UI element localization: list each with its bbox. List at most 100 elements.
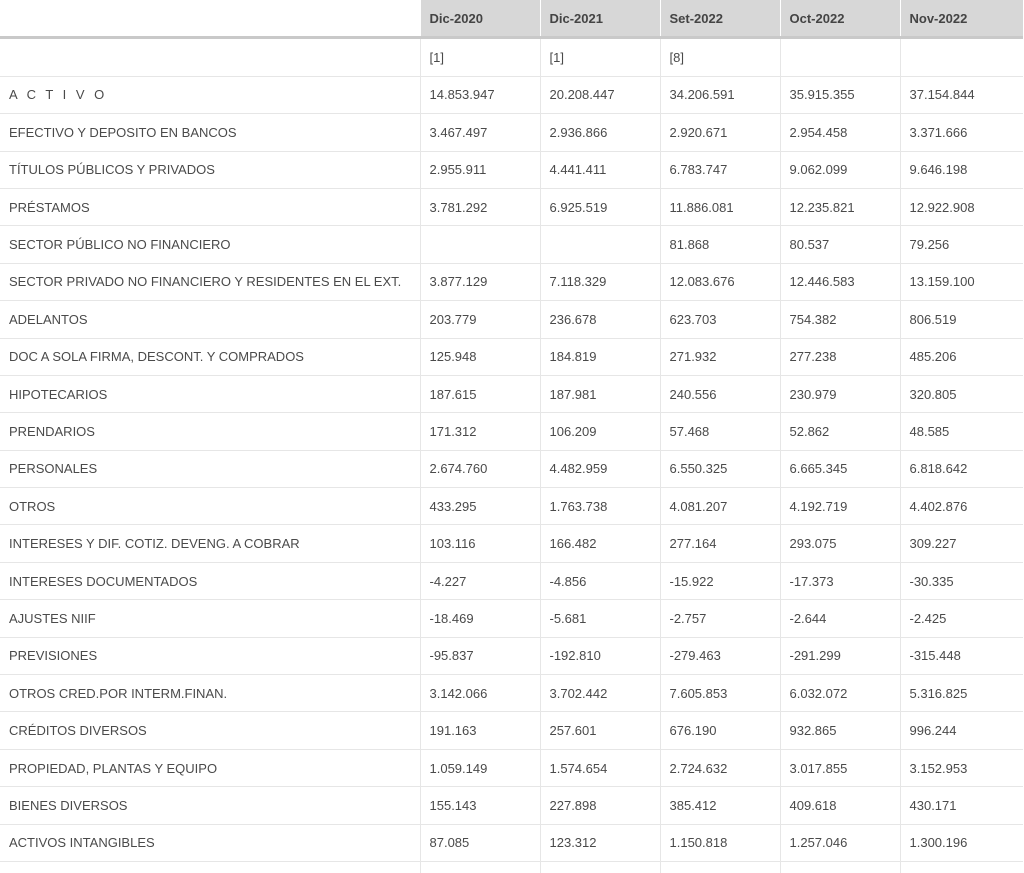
row-label: A C T I V O bbox=[0, 76, 420, 115]
table-row: INTERESES DOCUMENTADOS -4.227 -4.856 -15.92… bbox=[0, 562, 1023, 601]
value-cell: 14.853.947 bbox=[419, 76, 540, 115]
value-cell: 6.665.345 bbox=[779, 450, 900, 489]
value-cell: 240.556 bbox=[659, 375, 780, 414]
value-cell: -291.299 bbox=[779, 637, 900, 676]
value-cell: 184.819 bbox=[539, 338, 660, 376]
table-row: SECTOR PRIVADO NO FINANCIERO Y RESIDENTE… bbox=[0, 263, 1023, 302]
value-cell: 103.116 bbox=[419, 524, 540, 563]
value-cell: 6.925.519 bbox=[539, 188, 660, 227]
value-cell: 1.763.738 bbox=[539, 487, 660, 526]
value-cell: -5.681 bbox=[539, 599, 660, 638]
value-cell: 409.618 bbox=[779, 786, 900, 825]
table-row: SECTOR PÚBLICO NO FINANCIERO 81.868 80.537… bbox=[0, 225, 1023, 264]
column-header-dic-2020[interactable]: Dic-2020 bbox=[419, 0, 540, 39]
value-cell: 7.118.329 bbox=[539, 263, 660, 302]
value-cell: 13.159.100 bbox=[899, 263, 1023, 302]
value-cell: 3.877.129 bbox=[419, 263, 540, 302]
table-row: OTROS 433.295 1.763.738 4.081.207 4.192.719 4… bbox=[0, 487, 1023, 526]
value-cell: 385.412 bbox=[659, 786, 780, 825]
value-cell: 187.615 bbox=[419, 375, 540, 414]
table-row: PRENDARIOS 171.312 106.209 57.468 52.862 48.5… bbox=[0, 412, 1023, 451]
value-cell: 4.081.207 bbox=[659, 487, 780, 526]
value-cell: 309.227 bbox=[899, 524, 1023, 563]
notes-blank-cell bbox=[0, 36, 420, 77]
value-cell: -279.463 bbox=[659, 637, 780, 676]
table-row: DOC A SOLA FIRMA, DESCONT. Y COMPRADOS 12… bbox=[0, 338, 1023, 376]
value-cell: 125.948 bbox=[419, 338, 540, 376]
column-header-set-2022[interactable]: Set-2022 bbox=[659, 0, 780, 39]
value-cell: 81.868 bbox=[659, 225, 780, 264]
value-cell: 6.550.325 bbox=[659, 450, 780, 489]
value-cell: -315.448 bbox=[899, 637, 1023, 676]
column-header-nov-2022[interactable]: Nov-2022 bbox=[899, 0, 1023, 39]
row-label: PREVISIONES bbox=[0, 637, 420, 676]
row-label: ADELANTOS bbox=[0, 300, 420, 339]
row-label: PRENDARIOS bbox=[0, 412, 420, 451]
value-cell: -30.335 bbox=[899, 562, 1023, 601]
value-cell: -4.227 bbox=[419, 562, 540, 601]
value-cell: 12.083.676 bbox=[659, 263, 780, 302]
value-cell: 4.192.719 bbox=[779, 487, 900, 526]
value-cell: 2.724.632 bbox=[659, 749, 780, 788]
value-cell: 3.017.855 bbox=[779, 749, 900, 788]
notes-row: [1] [1] [8] bbox=[0, 36, 1023, 77]
value-cell: -15.922 bbox=[659, 562, 780, 601]
column-header-dic-2021[interactable]: Dic-2021 bbox=[539, 0, 660, 39]
value-cell: 106.209 bbox=[539, 412, 660, 451]
value-cell: 3.142.066 bbox=[419, 674, 540, 713]
value-cell: 48.585 bbox=[899, 412, 1023, 451]
value-cell: 73.187 bbox=[659, 861, 780, 873]
value-cell: 1.300.196 bbox=[899, 824, 1023, 862]
value-cell: 996.244 bbox=[899, 711, 1023, 750]
value-cell: 9.062.099 bbox=[779, 151, 900, 189]
value-cell: 17.683 bbox=[899, 861, 1023, 873]
note-ref bbox=[899, 36, 1023, 77]
value-cell: 1.257.046 bbox=[779, 824, 900, 862]
value-cell: 155.143 bbox=[419, 786, 540, 825]
value-cell: 3.152.953 bbox=[899, 749, 1023, 788]
value-cell: 3.702.442 bbox=[539, 674, 660, 713]
value-cell: 2.920.671 bbox=[659, 113, 780, 152]
row-label: DOC A SOLA FIRMA, DESCONT. Y COMPRADOS bbox=[0, 338, 420, 376]
value-cell: 806.519 bbox=[899, 300, 1023, 339]
value-cell: 320.805 bbox=[899, 375, 1023, 414]
note-ref[interactable]: [1] bbox=[419, 36, 540, 77]
column-header-oct-2022[interactable]: Oct-2022 bbox=[779, 0, 900, 39]
value-cell: -2.425 bbox=[899, 599, 1023, 638]
table-row: CRÉDITOS DIVERSOS 191.163 257.601 676.190 93… bbox=[0, 711, 1023, 750]
row-label: SECTOR PRIVADO NO FINANCIERO Y RESIDENTE… bbox=[0, 263, 420, 302]
value-cell: 52.862 bbox=[779, 412, 900, 451]
note-ref[interactable]: [8] bbox=[659, 36, 780, 77]
value-cell: 932.865 bbox=[779, 711, 900, 750]
value-cell: 485.206 bbox=[899, 338, 1023, 376]
value-cell: 12.235.821 bbox=[779, 188, 900, 227]
row-label: TÍTULOS PÚBLICOS Y PRIVADOS bbox=[0, 151, 420, 189]
value-cell: 1.150.818 bbox=[659, 824, 780, 862]
value-cell: 171.312 bbox=[419, 412, 540, 451]
value-cell: 80.537 bbox=[779, 225, 900, 264]
value-cell: -18.469 bbox=[419, 599, 540, 638]
note-ref bbox=[779, 36, 900, 77]
table-row: TÍTULOS PÚBLICOS Y PRIVADOS 2.955.911 4.44… bbox=[0, 151, 1023, 189]
row-label: PRÉSTAMOS bbox=[0, 188, 420, 227]
value-cell: 191.163 bbox=[419, 711, 540, 750]
value-cell: 79.256 bbox=[899, 225, 1023, 264]
value-cell: 293.075 bbox=[779, 524, 900, 563]
value-cell: 2.954.458 bbox=[779, 113, 900, 152]
value-cell: -17.373 bbox=[779, 562, 900, 601]
value-cell: 9.646.198 bbox=[899, 151, 1023, 189]
value-cell: 35.915.355 bbox=[779, 76, 900, 115]
value-cell: 257.601 bbox=[539, 711, 660, 750]
table-row: HIPOTECARIOS 187.615 187.981 240.556 230.979… bbox=[0, 375, 1023, 414]
value-cell: 2.674.760 bbox=[419, 450, 540, 489]
row-label: INTERESES DOCUMENTADOS bbox=[0, 562, 420, 601]
row-label: AJUSTES NIIF bbox=[0, 599, 420, 638]
table-row: PRÉSTAMOS 3.781.292 6.925.519 11.886.081 12.… bbox=[0, 188, 1023, 227]
value-cell: 227.898 bbox=[539, 786, 660, 825]
row-label: ACTIVOS INTANGIBLES bbox=[0, 824, 420, 862]
value-cell: -192.810 bbox=[539, 637, 660, 676]
value-cell: 37.154.844 bbox=[899, 76, 1023, 115]
value-cell: 676.190 bbox=[659, 711, 780, 750]
note-ref[interactable]: [1] bbox=[539, 36, 660, 77]
table-row: PARTIDAS PEND. DE IMPUTACIÓN14.64118.744… bbox=[0, 861, 1023, 873]
